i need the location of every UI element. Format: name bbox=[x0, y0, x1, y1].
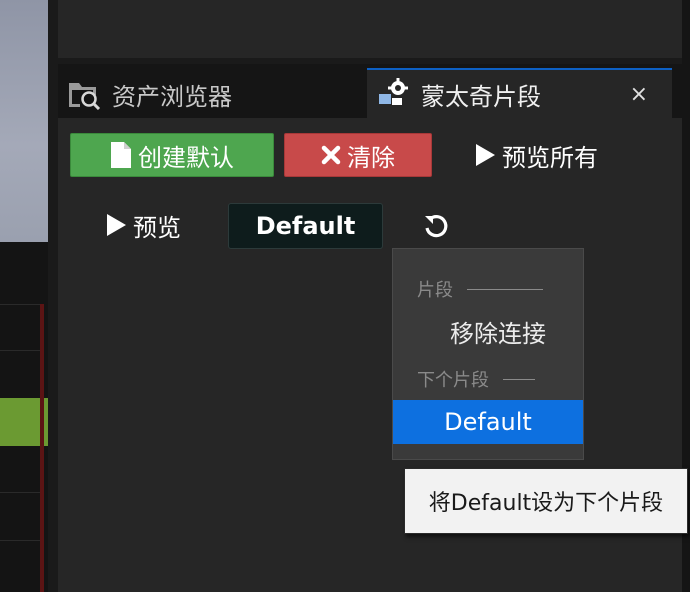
tooltip: 将Default设为下个片段 bbox=[404, 468, 688, 534]
document-icon bbox=[110, 141, 132, 169]
play-icon bbox=[105, 213, 127, 237]
section-header: 片段 bbox=[417, 276, 543, 302]
menu-item-default[interactable]: Default bbox=[393, 400, 583, 444]
next-section-dropdown: 片段 移除连接 下个片段 Default bbox=[392, 248, 584, 460]
create-default-label: 创建默认 bbox=[138, 143, 234, 172]
refresh-icon[interactable] bbox=[416, 206, 456, 246]
next-section-header: 下个片段 bbox=[417, 366, 535, 392]
section-default-label: Default bbox=[255, 212, 356, 240]
preview-label: 预览 bbox=[133, 213, 181, 242]
section-header-label: 片段 bbox=[417, 280, 453, 301]
left-panel-row-divider bbox=[0, 304, 40, 305]
next-section-header-label: 下个片段 bbox=[417, 370, 489, 391]
left-panel bbox=[0, 242, 48, 592]
left-panel-row-divider bbox=[0, 350, 40, 351]
preview-button[interactable]: 预览 bbox=[88, 203, 198, 247]
section-default-button[interactable]: Default bbox=[228, 203, 383, 249]
clear-button[interactable]: 清除 bbox=[284, 133, 432, 177]
tab-strip: 资产浏览器 蒙太奇片段 × bbox=[58, 64, 682, 118]
montage-gear-icon bbox=[377, 77, 411, 111]
tab-asset-browser-label: 资产浏览器 bbox=[112, 82, 232, 111]
x-icon bbox=[321, 145, 341, 165]
preview-all-label: 预览所有 bbox=[502, 143, 598, 172]
left-panel-scrollbar[interactable] bbox=[40, 304, 44, 592]
tab-asset-browser[interactable]: 资产浏览器 bbox=[58, 70, 363, 118]
preview-all-button[interactable]: 预览所有 bbox=[456, 133, 616, 177]
left-panel-row-divider bbox=[0, 540, 40, 541]
close-icon[interactable]: × bbox=[630, 82, 648, 107]
remove-link-menu-item[interactable]: 移除连接 bbox=[393, 309, 583, 353]
create-default-button[interactable]: 创建默认 bbox=[70, 133, 274, 177]
left-panel-row-divider bbox=[0, 492, 40, 493]
play-icon bbox=[474, 143, 496, 167]
viewport-preview bbox=[0, 0, 48, 242]
tab-montage-sections[interactable]: 蒙太奇片段 × bbox=[367, 68, 672, 118]
clear-label: 清除 bbox=[347, 143, 395, 172]
tab-montage-sections-label: 蒙太奇片段 bbox=[421, 82, 541, 111]
top-panel bbox=[58, 0, 682, 58]
folder-search-icon bbox=[68, 77, 102, 111]
divider bbox=[503, 378, 535, 380]
divider bbox=[467, 288, 543, 290]
